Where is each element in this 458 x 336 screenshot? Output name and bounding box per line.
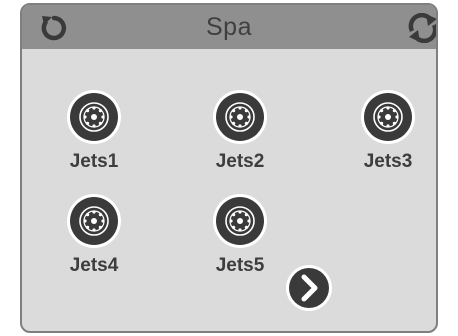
jet-button-2[interactable]: Jets2 — [185, 89, 295, 189]
next-page-button[interactable] — [285, 264, 333, 312]
jet-button-3[interactable]: Jets3 — [333, 89, 436, 189]
jet-icon — [360, 89, 416, 145]
jet-label: Jets2 — [215, 151, 265, 172]
jet-label: Jets4 — [69, 255, 119, 276]
jet-button-1[interactable]: Jets1 — [39, 89, 149, 189]
jet-icon — [66, 89, 122, 145]
jet-button-5[interactable]: Jets5 — [185, 193, 295, 293]
header-bar: Spa — [22, 5, 436, 49]
jet-label: Jets3 — [363, 151, 413, 172]
jet-button-4[interactable]: Jets4 — [39, 193, 149, 293]
page-title: Spa — [206, 13, 252, 41]
jet-icon — [66, 193, 122, 249]
jet-label: Jets5 — [215, 255, 265, 276]
sync-icon[interactable] — [406, 12, 436, 44]
jet-icon — [212, 193, 268, 249]
jet-icon — [212, 89, 268, 145]
chevron-right-icon — [286, 265, 332, 311]
spa-panel: Spa Jets1 Jets2 Jets3 Jets4 Jets5 — [20, 3, 438, 333]
jet-label: Jets1 — [69, 151, 119, 172]
